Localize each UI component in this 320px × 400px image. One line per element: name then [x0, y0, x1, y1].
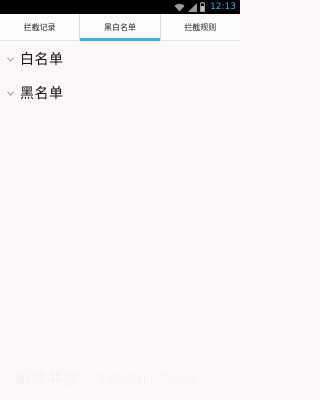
- signal-icon: [188, 2, 198, 12]
- chevron-down-icon: [7, 55, 15, 63]
- group-label: 黑名单: [20, 86, 64, 102]
- group-whitelist[interactable]: 白名单: [0, 42, 240, 76]
- tab-label: 拦截规则: [184, 22, 217, 32]
- tab-label: 拦截记录: [23, 22, 56, 32]
- list-content: 白名单 黑名单: [0, 42, 240, 110]
- tab-black-white-list[interactable]: 黑白名单: [79, 14, 160, 41]
- chevron-down-icon: [7, 89, 15, 97]
- tab-label: 黑白名单: [103, 22, 136, 32]
- status-bar: 12:13: [0, 0, 240, 14]
- wifi-icon: [174, 3, 185, 12]
- status-time: 12:13: [210, 2, 236, 12]
- tab-intercept-records[interactable]: 拦截记录: [0, 14, 79, 40]
- battery-icon: [200, 2, 205, 12]
- group-label: 白名单: [20, 52, 64, 68]
- group-blacklist[interactable]: 黑名单: [0, 76, 240, 110]
- tab-intercept-rules[interactable]: 拦截规则: [159, 14, 240, 40]
- tab-bar: 拦截记录 黑白名单 拦截规则: [0, 14, 240, 41]
- watermark: 新浪手游 · 9XIXIN.COM: [16, 370, 198, 388]
- active-tab-indicator: [80, 38, 160, 41]
